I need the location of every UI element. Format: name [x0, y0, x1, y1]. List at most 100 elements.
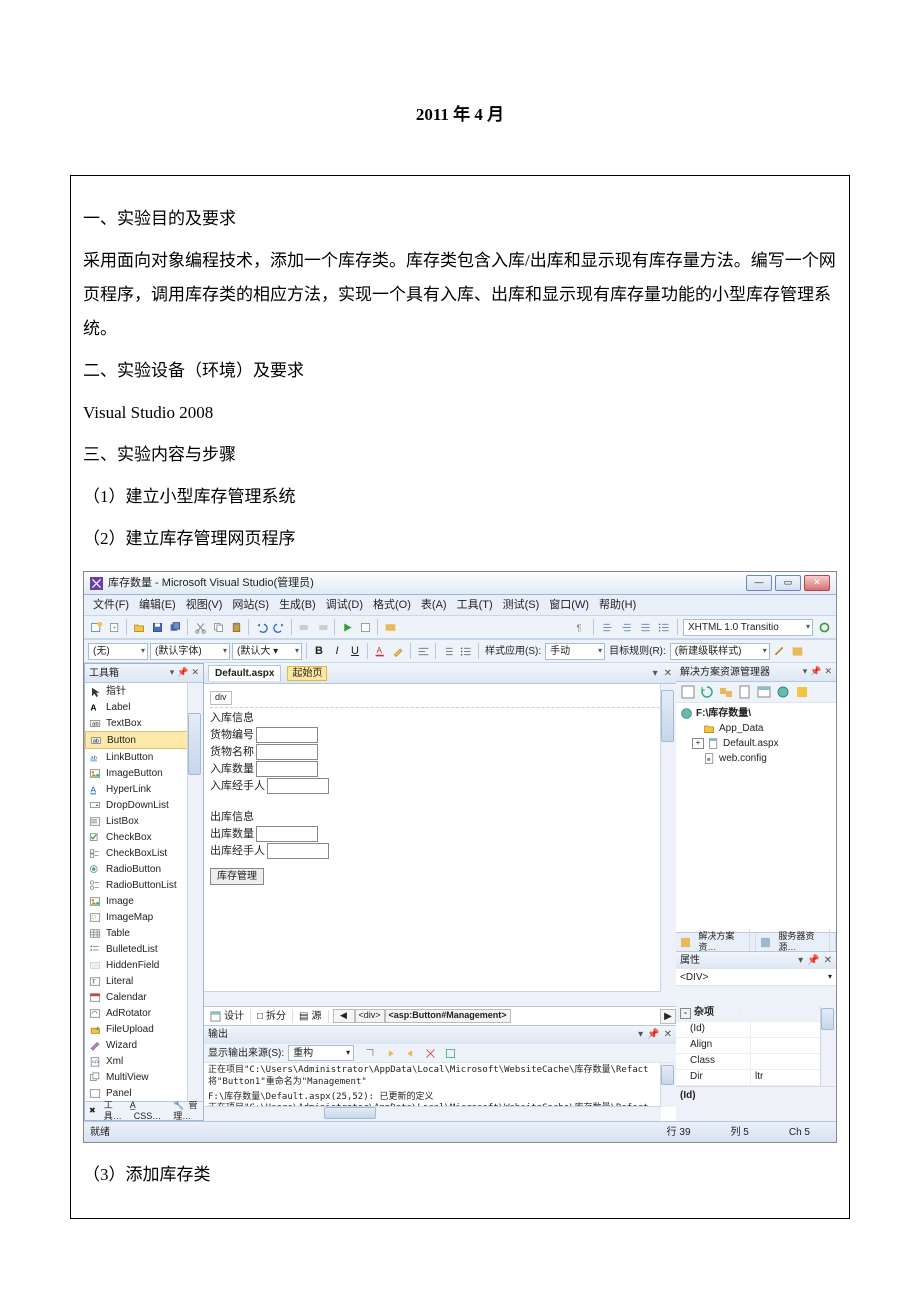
validate-icon[interactable] — [816, 619, 832, 635]
start-page-tab[interactable]: 起始页 — [287, 666, 327, 681]
view-design[interactable]: 设计 — [204, 1010, 251, 1023]
prop-scroll-thumb[interactable] — [821, 1008, 834, 1030]
prop-dropdown-icon[interactable]: ▾ — [798, 954, 803, 967]
tree-expand-icon[interactable]: + — [692, 738, 704, 749]
doctype-dropdown[interactable]: XHTML 1.0 Transitio — [683, 619, 813, 636]
paste-icon[interactable] — [228, 619, 244, 635]
prop-close-icon[interactable]: ✕ — [824, 954, 832, 967]
breadcrumb-back-icon[interactable]: ◀ — [333, 1009, 355, 1023]
sol-properties-icon[interactable] — [680, 684, 696, 700]
sol-close-icon[interactable]: ✕ — [824, 666, 832, 678]
font-dropdown[interactable]: (默认字体) — [150, 643, 230, 660]
breadcrumb-button[interactable]: <asp:Button#Management> — [385, 1009, 511, 1023]
fontcolor-icon[interactable]: A — [372, 643, 388, 659]
output-next-icon[interactable] — [402, 1045, 418, 1061]
font-size-dropdown[interactable]: (默认大 ▾ — [232, 643, 302, 660]
toolbox-tab-tools[interactable]: 工具… — [100, 1100, 126, 1123]
menu-table[interactable]: 表(A) — [417, 597, 451, 613]
input-huowu-name[interactable] — [256, 744, 318, 760]
copy-icon[interactable] — [210, 619, 226, 635]
indent-right-icon[interactable] — [618, 619, 634, 635]
maximize-button[interactable]: ▭ — [775, 575, 801, 591]
find-icon[interactable] — [357, 619, 373, 635]
doc-close-icon[interactable]: ✕ — [664, 667, 672, 680]
toolbox-dropdown-icon[interactable]: ▾ — [170, 667, 175, 679]
menu-file[interactable]: 文件(F) — [89, 597, 133, 613]
toolbox-item-textbox[interactable]: abTextBox — [85, 715, 203, 731]
designer-scroll-thumb[interactable] — [661, 690, 674, 742]
menu-tools[interactable]: 工具(T) — [453, 597, 497, 613]
comment-icon[interactable] — [382, 619, 398, 635]
prop-pin-icon[interactable]: 📌 — [807, 954, 819, 967]
tree-app-data[interactable]: App_Data — [680, 721, 832, 736]
nav-fwd-icon[interactable] — [314, 619, 330, 635]
output-src-dropdown[interactable]: 重构 — [288, 1045, 354, 1061]
toolbox-item-listbox[interactable]: ListBox — [85, 813, 203, 829]
output-scrollbar-h[interactable] — [204, 1106, 661, 1121]
start-debug-icon[interactable] — [339, 619, 355, 635]
toolbox-item-fileupload[interactable]: FileUpload — [85, 1021, 203, 1037]
toolbox-item-button[interactable]: abButton — [85, 731, 203, 749]
open-icon[interactable] — [131, 619, 147, 635]
underline-icon[interactable]: U — [347, 643, 363, 659]
save-all-icon[interactable] — [167, 619, 183, 635]
button-inventory-manage[interactable]: 库存管理 — [210, 868, 264, 885]
sol-view-code-icon[interactable] — [737, 684, 753, 700]
new-project-icon[interactable] — [88, 619, 104, 635]
toolbox-tab-css[interactable]: A̲ CSS… — [126, 1100, 170, 1123]
output-pin-icon[interactable]: 📌 — [647, 1028, 659, 1041]
css-icon[interactable] — [790, 643, 806, 659]
input-huowu-id[interactable] — [256, 727, 318, 743]
toolbox-item-checkboxlist[interactable]: CheckBoxList — [85, 845, 203, 861]
input-chuku-qty[interactable] — [256, 826, 318, 842]
align-left-icon[interactable] — [415, 643, 431, 659]
toolbox-item-xml[interactable]: </>Xml — [85, 1053, 203, 1069]
sol-dropdown-icon[interactable]: ▾ — [803, 666, 808, 678]
toolbox-item-radiobuttonlist[interactable]: RadioButtonList — [85, 877, 203, 893]
highlight-icon[interactable] — [390, 643, 406, 659]
minimize-button[interactable]: — — [746, 575, 772, 591]
nav-back-icon[interactable] — [296, 619, 312, 635]
indent-left-icon[interactable] — [599, 619, 615, 635]
breadcrumb-fwd-icon[interactable]: ▶ — [660, 1009, 676, 1024]
toolbox-item-adrotator[interactable]: AdRotator — [85, 1005, 203, 1021]
add-item-icon[interactable]: + — [106, 619, 122, 635]
toolbox-close-icon[interactable]: ✕ — [191, 667, 199, 679]
toolbox-item-table[interactable]: Table — [85, 925, 203, 941]
menu-help[interactable]: 帮助(H) — [595, 597, 640, 613]
toolbox-item-multiview[interactable]: MultiView — [85, 1069, 203, 1085]
menu-build[interactable]: 生成(B) — [275, 597, 320, 613]
output-scroll-thumb-h[interactable] — [324, 1107, 376, 1119]
ul-icon[interactable] — [458, 643, 474, 659]
toolbox-item-wizard[interactable]: Wizard — [85, 1037, 203, 1053]
italic-icon[interactable]: I — [329, 643, 345, 659]
sol-nest-icon[interactable] — [718, 684, 734, 700]
view-split[interactable]: □拆分 — [251, 1010, 293, 1023]
toolbox-item-radiobutton[interactable]: RadioButton — [85, 861, 203, 877]
toolbox-item-linkbutton[interactable]: abLinkButton — [85, 749, 203, 765]
tree-root[interactable]: F:\库存数量\ — [680, 706, 832, 721]
toolbox-item-hyperlink[interactable]: AHyperLink — [85, 781, 203, 797]
breadcrumb-div[interactable]: <div> — [355, 1009, 385, 1023]
undo-icon[interactable] — [253, 619, 269, 635]
toolbox-item-bulletedlist[interactable]: BulletedList — [85, 941, 203, 957]
toolbox-item-imagemap[interactable]: ImageMap — [85, 909, 203, 925]
sol-view-design-icon[interactable] — [756, 684, 772, 700]
menu-debug[interactable]: 调试(D) — [322, 597, 367, 613]
output-goto-icon[interactable] — [362, 1045, 378, 1061]
toolbox-item-panel[interactable]: Panel — [85, 1085, 203, 1101]
save-icon[interactable] — [149, 619, 165, 635]
block-dropdown[interactable]: (无) — [88, 643, 148, 660]
tree-web-config[interactable]: web.config — [680, 751, 832, 766]
para-icon[interactable]: ¶ — [572, 619, 588, 635]
output-scroll-thumb-v[interactable] — [661, 1065, 674, 1085]
doc-dropdown-icon[interactable]: ▾ — [653, 667, 658, 680]
bold-icon[interactable]: B — [311, 643, 327, 659]
liststyle2-icon[interactable] — [656, 619, 672, 635]
style-options-icon[interactable] — [772, 643, 788, 659]
sol-config-icon[interactable] — [794, 684, 810, 700]
toolbox-pin-icon[interactable]: 📌 — [177, 667, 188, 679]
tab-server-explorer[interactable]: 服务器资源… — [756, 933, 836, 951]
sol-copy-web-icon[interactable] — [775, 684, 791, 700]
ol-icon[interactable] — [440, 643, 456, 659]
